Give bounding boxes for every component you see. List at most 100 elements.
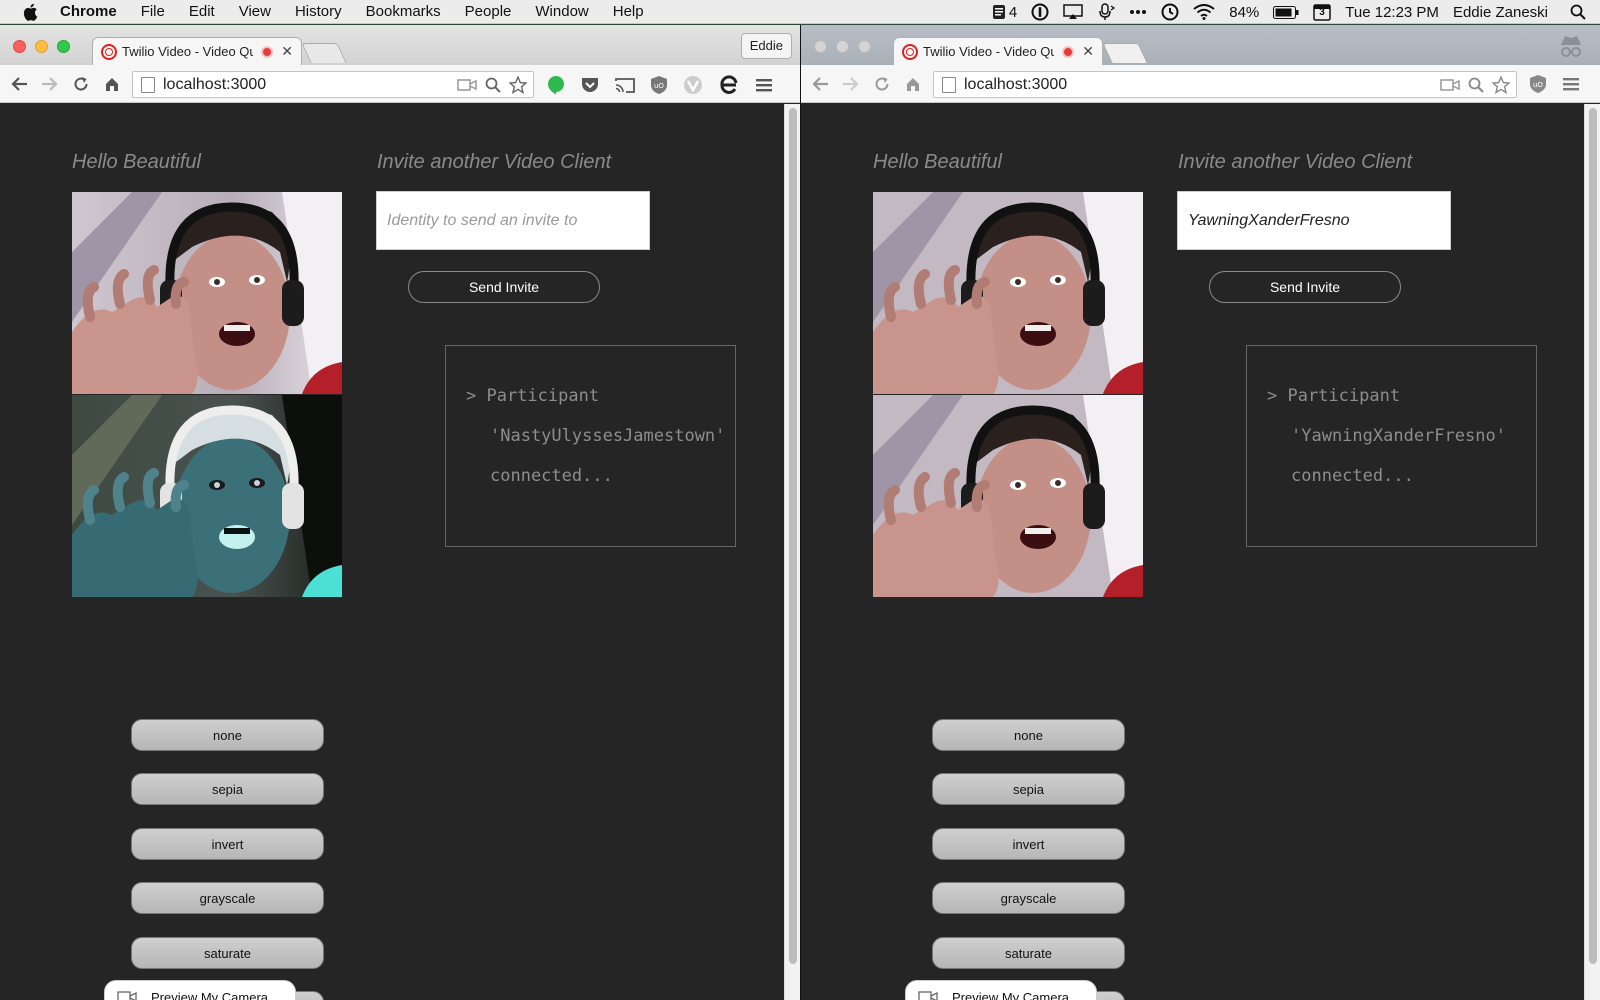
reload-icon[interactable] <box>72 75 90 93</box>
filter-none-button[interactable]: none <box>932 719 1125 751</box>
apple-icon[interactable] <box>22 3 42 21</box>
password-manager-icon[interactable] <box>1031 3 1049 21</box>
camera-in-use-icon[interactable] <box>1440 78 1460 92</box>
address-bar[interactable]: localhost:3000 <box>933 71 1517 98</box>
svg-text:uO: uO <box>654 82 664 90</box>
current-user[interactable]: Eddie Zaneski <box>1453 4 1548 21</box>
scrollbar-thumb[interactable] <box>789 108 797 964</box>
menu-window[interactable]: Window <box>535 3 588 20</box>
nav-buttons <box>811 75 935 93</box>
twilio-favicon-icon <box>101 43 117 60</box>
browser-window-right: Twilio Video - Video Quickstart ✕ localh… <box>800 25 1600 1000</box>
preview-camera-button[interactable]: Preview My Camera <box>104 980 296 1000</box>
new-tab-button[interactable] <box>301 43 347 63</box>
calendar-icon[interactable]: 3 <box>1313 3 1332 21</box>
filter-sepia-button[interactable]: sepia <box>131 773 324 805</box>
page-content: Hello Beautiful Invite another Video Cli… <box>801 104 1600 1000</box>
filter-saturate-button[interactable]: saturate <box>131 937 324 969</box>
forward-arrow-icon[interactable] <box>41 75 59 93</box>
back-arrow-icon[interactable] <box>811 75 829 93</box>
identity-input[interactable] <box>376 191 650 250</box>
time-machine-icon[interactable] <box>1161 3 1179 21</box>
remote-video <box>873 395 1143 597</box>
hangouts-extension-icon[interactable] <box>547 75 565 95</box>
filter-invert-button[interactable]: invert <box>932 828 1125 860</box>
microphone-icon[interactable] <box>1097 3 1116 21</box>
log-line: > Participant <box>1267 386 1401 406</box>
clipboard-count: 4 <box>1008 3 1018 21</box>
url-text[interactable]: localhost:3000 <box>964 76 1432 94</box>
send-invite-button[interactable]: Send Invite <box>1209 271 1401 303</box>
cast-extension-icon[interactable] <box>615 77 635 93</box>
nav-buttons <box>10 75 134 93</box>
close-window-button[interactable] <box>13 40 26 53</box>
camera-in-use-icon[interactable] <box>457 78 477 92</box>
close-tab-icon[interactable]: ✕ <box>281 43 293 60</box>
minimize-window-button[interactable] <box>35 40 48 53</box>
vue-devtools-extension-icon[interactable] <box>683 75 703 95</box>
more-dots-icon[interactable] <box>1129 9 1147 15</box>
preview-camera-label: Preview My Camera <box>952 989 1070 1000</box>
filter-sepia-button[interactable]: sepia <box>932 773 1125 805</box>
filter-none-button[interactable]: none <box>131 719 324 751</box>
extension-icons: uO <box>1529 74 1595 94</box>
new-tab-button[interactable] <box>1102 43 1148 63</box>
zoom-icon[interactable] <box>1468 77 1484 93</box>
vertical-scrollbar[interactable] <box>1584 104 1600 1000</box>
zoom-icon[interactable] <box>485 77 501 93</box>
menu-history[interactable]: History <box>295 3 342 20</box>
page-icon <box>141 76 155 93</box>
bookmark-star-icon[interactable] <box>1492 75 1510 94</box>
browser-tab[interactable]: Twilio Video - Video Quickstart ✕ <box>893 37 1103 65</box>
url-text[interactable]: localhost:3000 <box>163 76 449 94</box>
battery-icon[interactable] <box>1273 5 1299 19</box>
filter-invert-button[interactable]: invert <box>131 828 324 860</box>
zoom-window-button[interactable] <box>858 40 871 53</box>
ublock-extension-icon[interactable]: uO <box>650 75 668 95</box>
forward-arrow-icon[interactable] <box>842 75 860 93</box>
chrome-menu-icon[interactable] <box>755 77 773 93</box>
filter-saturate-button[interactable]: saturate <box>932 937 1125 969</box>
filter-grayscale-button[interactable]: grayscale <box>932 882 1125 914</box>
edge-e-extension-icon[interactable] <box>718 74 740 96</box>
minimize-window-button[interactable] <box>836 40 849 53</box>
identity-input[interactable] <box>1177 191 1451 250</box>
airplay-icon[interactable] <box>1063 4 1083 20</box>
zoom-window-button[interactable] <box>57 40 70 53</box>
menu-edit[interactable]: Edit <box>189 3 215 20</box>
preview-camera-button[interactable]: Preview My Camera <box>905 980 1097 1000</box>
ublock-extension-icon[interactable]: uO <box>1529 74 1547 94</box>
browser-tab[interactable]: Twilio Video - Video Quickstart ✕ <box>92 37 302 65</box>
menu-help[interactable]: Help <box>613 3 644 20</box>
vertical-scrollbar[interactable] <box>784 104 800 1000</box>
local-video-preview <box>72 192 342 394</box>
page-icon <box>942 76 956 93</box>
close-window-button[interactable] <box>814 40 827 53</box>
bookmark-star-icon[interactable] <box>509 75 527 94</box>
chrome-menu-icon[interactable] <box>1562 76 1580 92</box>
scrollbar-thumb[interactable] <box>1589 108 1597 964</box>
reload-icon[interactable] <box>873 75 891 93</box>
video-camera-icon <box>918 990 938 1000</box>
tab-strip: Twilio Video - Video Quickstart ✕ <box>801 25 1600 65</box>
menu-file[interactable]: File <box>141 3 165 20</box>
profile-button[interactable]: Eddie <box>740 33 792 59</box>
spotlight-search-icon[interactable] <box>1570 4 1586 20</box>
close-tab-icon[interactable]: ✕ <box>1082 43 1094 60</box>
clipboard-counter-icon[interactable]: 4 <box>991 4 1017 21</box>
home-icon[interactable] <box>904 75 922 93</box>
menu-app-chrome[interactable]: Chrome <box>60 3 117 20</box>
address-bar[interactable]: localhost:3000 <box>132 71 534 98</box>
menu-people[interactable]: People <box>465 3 512 20</box>
menu-view[interactable]: View <box>239 3 271 20</box>
invite-heading: Invite another Video Client <box>1178 151 1413 173</box>
send-invite-button[interactable]: Send Invite <box>408 271 600 303</box>
pocket-extension-icon[interactable] <box>580 76 600 94</box>
status-area: 4 84% 3 Tue 12:23 PM Eddie Zaneski <box>991 0 1600 24</box>
clock[interactable]: Tue 12:23 PM <box>1345 4 1439 21</box>
wifi-icon[interactable] <box>1193 4 1215 20</box>
home-icon[interactable] <box>103 75 121 93</box>
back-arrow-icon[interactable] <box>10 75 28 93</box>
filter-grayscale-button[interactable]: grayscale <box>131 882 324 914</box>
menu-bookmarks[interactable]: Bookmarks <box>366 3 441 20</box>
